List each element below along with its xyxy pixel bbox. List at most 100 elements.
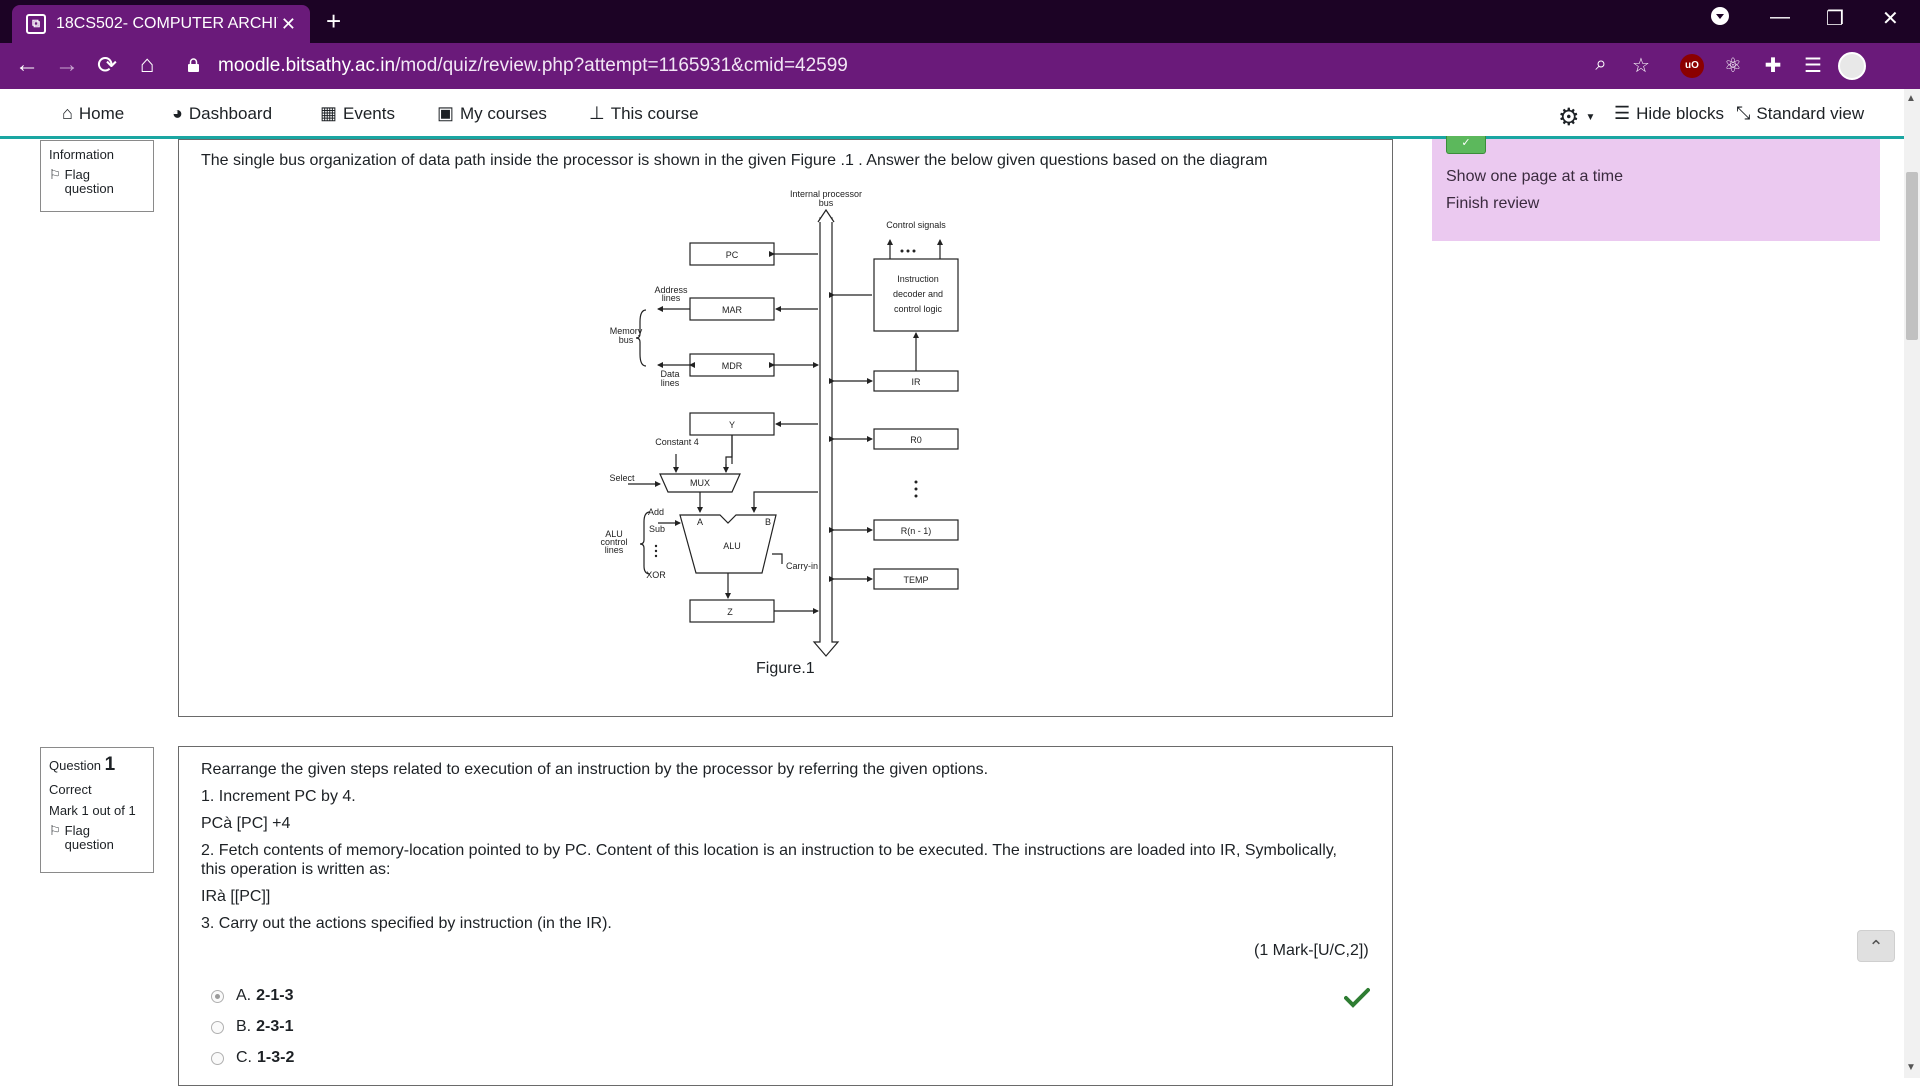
flag-text-1: Flag: [64, 167, 90, 182]
moodle-navbar: ⌂ Home ◕ Dashboard ▦ Events ▣ My courses ⊥ Th…: [0, 89, 1904, 139]
marks-note: (1 Mark-[U/C,2]): [1254, 942, 1369, 959]
nav-my-courses[interactable]: ▣ My courses: [437, 103, 547, 124]
back-arrow-icon[interactable]: ←: [12, 51, 42, 79]
diagram-add: Add: [648, 507, 664, 517]
single-bus-diagram: Internal processor bus Control signals P…: [600, 189, 959, 657]
moodle-favicon-icon: ⧉: [26, 14, 46, 34]
diagram-constant: Constant 4: [655, 437, 699, 447]
extensions-puzzle-icon[interactable]: ✚: [1760, 53, 1786, 78]
flag-icon: ⚐: [49, 167, 61, 182]
flag-text: Flag question: [65, 168, 114, 196]
nav-this-course-label: This course: [610, 103, 699, 123]
ublock-icon[interactable]: uO: [1680, 54, 1704, 78]
question-line-2: 1. Increment PC by 4.: [201, 788, 356, 805]
option-c[interactable]: C. 1-3-2: [211, 1049, 294, 1067]
close-window-icon[interactable]: ✕: [1882, 6, 1899, 31]
option-c-radio[interactable]: [211, 1051, 224, 1065]
scroll-down-icon[interactable]: ▼: [1906, 1062, 1916, 1073]
question-line-7: 3. Carry out the actions specified by in…: [201, 915, 612, 932]
diagram-decoder-2: decoder and: [893, 289, 943, 299]
flag-question-link[interactable]: ⚐ Flag question: [49, 168, 145, 196]
question-mark: Mark 1 out of 1: [49, 803, 136, 818]
nav-dashboard[interactable]: ◕ Dashboard: [172, 103, 272, 124]
option-b-answer: 2-3-1: [256, 1018, 294, 1035]
diagram-bus-label-bottom: bus: [819, 198, 834, 208]
option-c-answer: 1-3-2: [257, 1049, 295, 1066]
option-b-radio[interactable]: [211, 1020, 224, 1034]
diagram-decoder-1: Instruction: [897, 274, 939, 284]
diagram-rn: R(n - 1): [901, 526, 932, 536]
profile-avatar[interactable]: [1838, 52, 1866, 80]
internal-bus: [812, 217, 840, 657]
react-extension-icon[interactable]: ⚛: [1720, 53, 1746, 78]
diagram-y: Y: [729, 420, 735, 430]
diagram-memory-2: bus: [619, 335, 634, 345]
flag-text-q1: Flag question: [65, 824, 114, 852]
back-to-top-button[interactable]: ⌃: [1857, 930, 1895, 962]
gear-icon: ⚙: [1558, 104, 1580, 131]
settings-menu[interactable]: ⚙ ▼: [1558, 103, 1595, 132]
sitemap-icon: ⊥: [589, 103, 605, 123]
forward-arrow-icon[interactable]: →: [52, 51, 82, 79]
nav-this-course[interactable]: ⊥ This course: [589, 103, 699, 124]
question-line-5: this operation is written as:: [201, 861, 391, 878]
diagram-alu: ALU: [723, 541, 741, 551]
question-label: Question: [49, 758, 102, 773]
question-number: Question 1: [49, 754, 145, 776]
flag-text-q1-1: Flag: [64, 823, 90, 838]
answered-badge-icon[interactable]: ✓: [1446, 136, 1486, 154]
diagram-temp: TEMP: [903, 575, 928, 585]
scrollbar-thumb[interactable]: [1906, 172, 1918, 340]
tab-close-icon[interactable]: ✕: [281, 14, 296, 35]
lock-icon[interactable]: [188, 58, 199, 72]
home-icon: ⌂: [62, 103, 73, 123]
question-number-value: 1: [104, 754, 116, 775]
show-one-page-link[interactable]: Show one page at a time: [1446, 168, 1623, 186]
url-field[interactable]: moodle.bitsathy.ac.in/mod/quiz/review.ph…: [218, 55, 848, 77]
finish-review-link[interactable]: Finish review: [1446, 195, 1539, 213]
diagram-select: Select: [609, 473, 635, 483]
question-state: Correct: [49, 782, 92, 797]
diagram-ir: IR: [912, 377, 922, 387]
restore-icon[interactable]: ❐: [1826, 6, 1844, 31]
reload-icon[interactable]: ⟳: [92, 51, 122, 80]
bookmark-star-icon[interactable]: ☆: [1628, 53, 1654, 78]
minimize-icon[interactable]: —: [1770, 6, 1790, 29]
url-host: moodle.bitsathy.ac.in: [218, 55, 396, 76]
flag-icon: ⚐: [49, 823, 61, 838]
hide-blocks-label: Hide blocks: [1636, 103, 1725, 123]
information-text: The single bus organization of data path…: [201, 152, 1268, 169]
scroll-up-icon[interactable]: ▲: [1906, 93, 1916, 104]
home-browser-icon[interactable]: ⌂: [132, 51, 162, 79]
information-info-box: Information ⚐ Flag question: [40, 140, 154, 212]
dashboard-gauge-icon: ◕: [172, 103, 183, 123]
nav-events-label: Events: [343, 103, 395, 123]
nav-home[interactable]: ⌂ Home: [62, 103, 124, 124]
diagram-b: B: [765, 517, 771, 527]
diagram-pc: PC: [726, 250, 739, 260]
diagram-xor: XOR: [646, 570, 666, 580]
diagram-a: A: [697, 517, 703, 527]
diagram-carry: Carry-in: [786, 561, 818, 571]
option-a[interactable]: A. 2-1-3: [211, 987, 293, 1005]
option-b[interactable]: B. 2-3-1: [211, 1018, 293, 1036]
diagram-address-2: lines: [662, 293, 681, 303]
new-tab-icon[interactable]: +: [326, 8, 341, 34]
option-a-radio[interactable]: [211, 989, 224, 1003]
media-download-icon[interactable]: [1710, 6, 1730, 32]
browser-tab[interactable]: ⧉ 18CS502- COMPUTER ARCHITEC ✕: [12, 5, 310, 43]
diagram-mux: MUX: [690, 478, 710, 488]
hide-blocks-button[interactable]: ☰ Hide blocks: [1614, 103, 1724, 124]
reading-list-icon[interactable]: ☰: [1800, 53, 1826, 78]
nav-events[interactable]: ▦ Events: [320, 103, 395, 124]
info-label: Information: [49, 147, 115, 162]
option-a-prefix: A.: [236, 987, 252, 1004]
zoom-icon[interactable]: ⌕: [1588, 53, 1614, 76]
flag-question-link-q1[interactable]: ⚐ Flag question: [49, 824, 145, 852]
standard-view-button[interactable]: ⤡ Standard view: [1736, 103, 1864, 124]
standard-view-label: Standard view: [1756, 103, 1865, 123]
option-a-answer: 2-1-3: [256, 987, 294, 1004]
flag-text-q1-2: question: [64, 837, 114, 852]
correct-check-icon: [1344, 988, 1370, 1008]
diagram-sub: Sub: [649, 524, 665, 534]
